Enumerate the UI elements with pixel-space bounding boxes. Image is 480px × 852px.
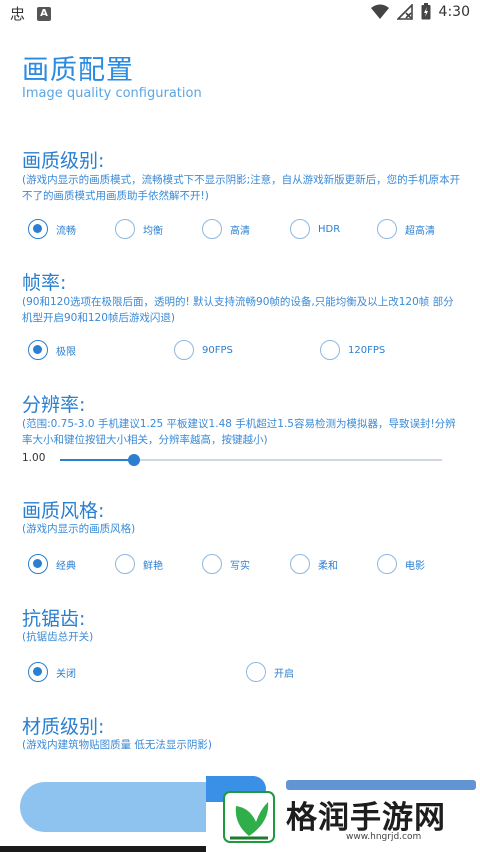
fps-option-extreme[interactable]: 极限	[28, 337, 76, 363]
style-option-realistic[interactable]: 写实	[202, 551, 250, 577]
quality-option-hd[interactable]: 高清	[202, 216, 250, 242]
radio-unchecked-icon	[115, 219, 135, 239]
resolution-slider-fill	[60, 459, 135, 461]
radio-checked-icon	[28, 554, 48, 574]
radio-checked-icon	[28, 219, 48, 239]
radio-unchecked-icon	[115, 554, 135, 574]
resolution-slider-thumb[interactable]	[128, 454, 141, 466]
style-option-movie[interactable]: 电影	[377, 551, 425, 577]
quality-level-title: 画质级别:	[22, 150, 105, 172]
fps-option-90[interactable]: 90FPS	[174, 337, 233, 363]
watermark-strip	[286, 780, 476, 790]
antialias-desc: (抗锯齿总开关)	[22, 631, 94, 643]
antialias-option-on[interactable]: 开启	[246, 659, 294, 685]
radio-unchecked-icon	[290, 219, 310, 239]
fps-option-120[interactable]: 120FPS	[320, 337, 385, 363]
battery-charging-icon	[421, 3, 431, 20]
bottom-edge	[0, 846, 206, 852]
style-option-vivid[interactable]: 鲜艳	[115, 551, 163, 577]
radio-checked-icon	[28, 340, 48, 360]
radio-unchecked-icon	[320, 340, 340, 360]
status-right: 4:30	[370, 3, 470, 20]
frame-rate-title: 帧率:	[22, 272, 67, 294]
page-title: 画质配置	[22, 55, 134, 86]
radio-unchecked-icon	[202, 219, 222, 239]
watermark-url: www.hngrjd.com	[346, 832, 422, 842]
style-radio-group: 经典 鲜艳 写实 柔和 电影	[0, 551, 480, 577]
quality-option-hdr[interactable]: HDR	[290, 216, 340, 242]
frame-rate-radio-group: 极限 90FPS 120FPS	[0, 337, 480, 363]
style-option-classic[interactable]: 经典	[28, 551, 76, 577]
quality-option-smooth[interactable]: 流畅	[28, 216, 76, 242]
quality-level-radio-group: 流畅 均衡 高清 HDR 超高清	[0, 216, 480, 242]
resolution-slider-track[interactable]	[60, 454, 442, 466]
leaf-logo-icon	[223, 791, 275, 843]
status-time: 4:30	[438, 3, 470, 20]
material-desc: (游戏内建筑物贴图质量 低无法显示阴影)	[22, 739, 213, 751]
material-title: 材质级别:	[22, 716, 105, 738]
antialias-title: 抗锯齿:	[22, 608, 86, 630]
resolution-value: 1.00	[22, 452, 46, 464]
page-subtitle: Image quality configuration	[22, 86, 202, 101]
app-notification-icon: 忠	[10, 5, 26, 23]
radio-unchecked-icon	[377, 219, 397, 239]
radio-unchecked-icon	[246, 662, 266, 682]
notification-badge-icon: A	[37, 6, 52, 21]
watermark: 格润手游网 www.hngrjd.com	[206, 772, 480, 852]
frame-rate-desc: (90和120选项在极限后面，透明的! 默认支持流畅90帧的设备,只能均衡及以上…	[22, 296, 454, 324]
resolution-title: 分辨率:	[22, 394, 86, 416]
watermark-text: 格润手游网	[286, 800, 446, 836]
resolution-slider-row: 1.00	[0, 450, 480, 470]
status-bar: 忠 A 4:30	[0, 0, 480, 28]
quality-option-uhd[interactable]: 超高清	[377, 216, 435, 242]
radio-unchecked-icon	[202, 554, 222, 574]
status-left: 忠 A	[10, 3, 52, 24]
style-title: 画质风格:	[22, 500, 105, 522]
quality-option-balanced[interactable]: 均衡	[115, 216, 163, 242]
radio-checked-icon	[28, 662, 48, 682]
style-option-soft[interactable]: 柔和	[290, 551, 338, 577]
antialias-option-off[interactable]: 关闭	[28, 659, 76, 685]
signal-off-icon	[396, 3, 413, 20]
resolution-desc: (范围:0.75-3.0 手机建议1.25 平板建议1.48 手机超过1.5容易…	[22, 418, 456, 446]
antialias-radio-group: 关闭 开启	[0, 659, 480, 685]
style-desc: (游戏内显示的画质风格)	[22, 523, 136, 535]
quality-level-desc: (游戏内显示的画质模式，流畅模式下不显示阴影;注意，自从游戏新版更新后，您的手机…	[22, 174, 461, 202]
radio-unchecked-icon	[377, 554, 397, 574]
radio-unchecked-icon	[174, 340, 194, 360]
wifi-icon	[370, 4, 389, 19]
radio-unchecked-icon	[290, 554, 310, 574]
